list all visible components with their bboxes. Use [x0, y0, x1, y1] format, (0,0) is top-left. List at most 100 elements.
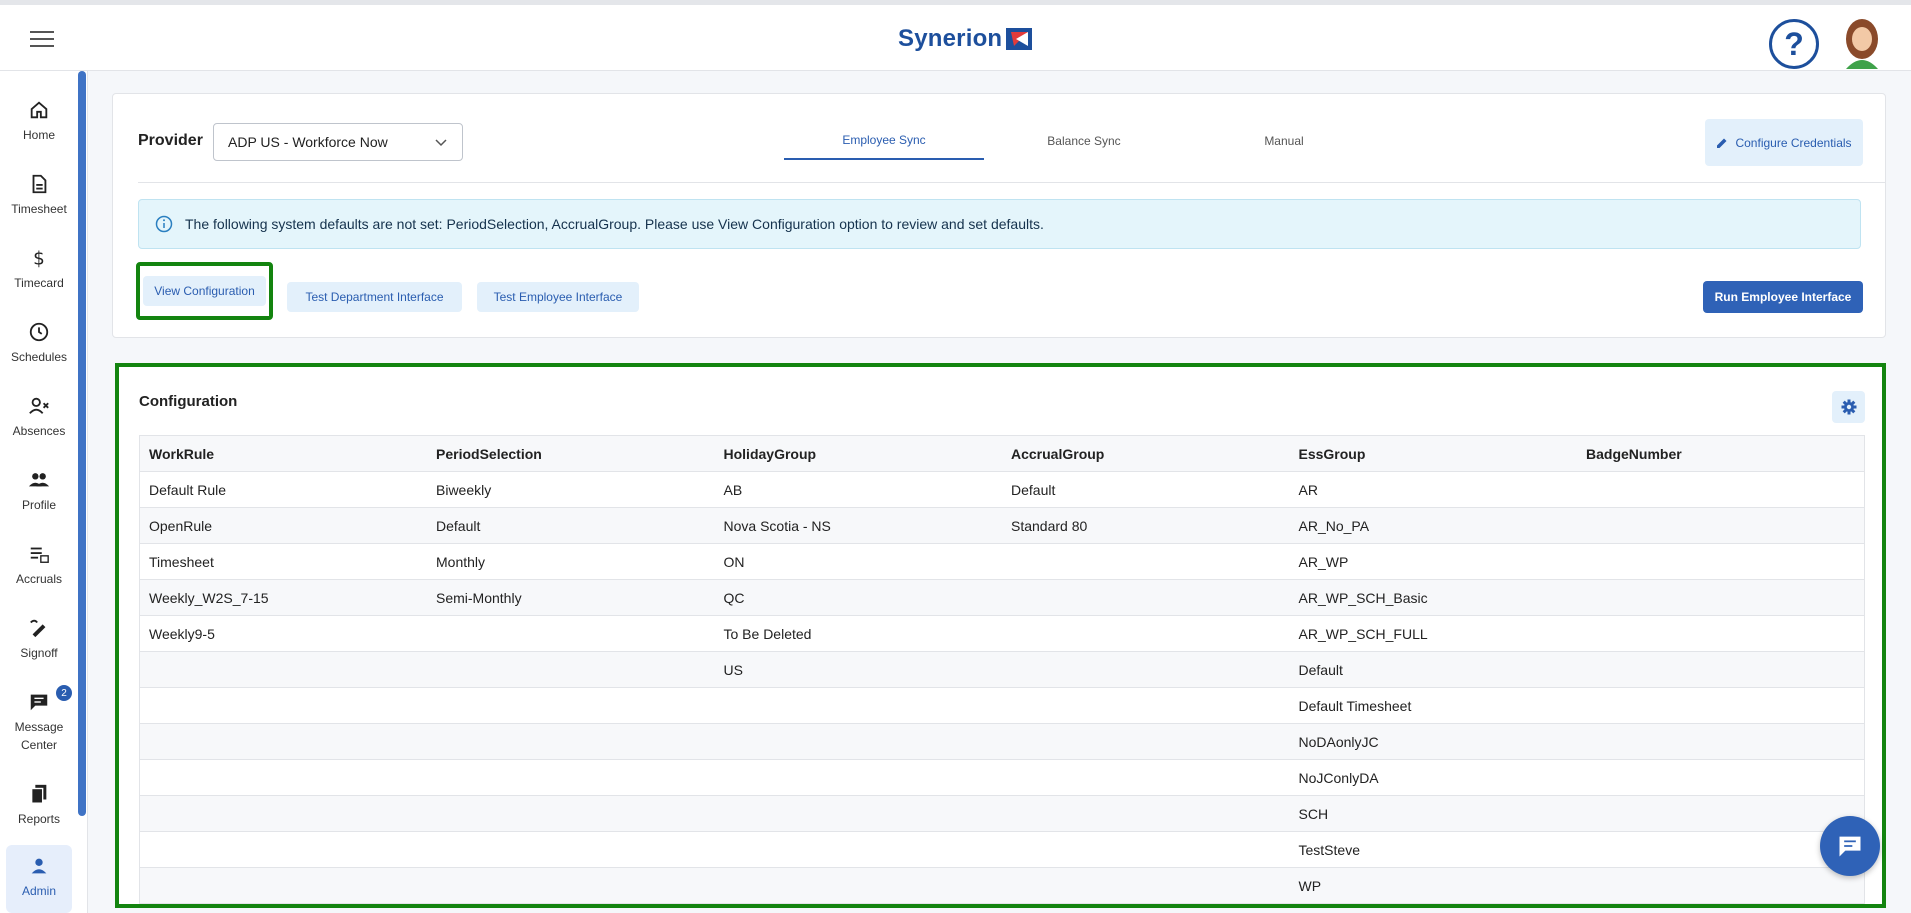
table-cell: Default	[1289, 651, 1577, 688]
sidebar-item-timecard[interactable]: $ Timecard	[6, 247, 72, 292]
table-cell: OpenRule	[139, 507, 427, 544]
table-cell: WP	[1289, 867, 1577, 904]
table-cell: NoJConlyDA	[1289, 759, 1577, 796]
test-employee-interface-button[interactable]: Test Employee Interface	[477, 282, 639, 312]
table-cell	[1577, 759, 1865, 796]
table-row[interactable]: US Default	[139, 651, 1865, 688]
configure-credentials-label: Configure Credentials	[1735, 135, 1852, 150]
table-row[interactable]: WP	[139, 867, 1865, 904]
sidebar-item-label: Accruals	[15, 572, 62, 586]
tab-balance-sync[interactable]: Balance Sync	[984, 122, 1184, 160]
column-header: AccrualGroup	[1002, 435, 1290, 472]
table-cell: AR_WP_SCH_Basic	[1289, 579, 1577, 616]
sidebar-item-label: Timecard	[14, 276, 64, 290]
test-department-interface-button[interactable]: Test Department Interface	[287, 282, 462, 312]
list-bank-icon	[30, 547, 49, 563]
table-cell	[1577, 579, 1865, 616]
sidebar-item-label: Reports	[17, 812, 61, 826]
provider-select[interactable]: ADP US - Workforce Now	[213, 123, 463, 161]
chat-icon	[30, 694, 48, 711]
table-cell	[1577, 723, 1865, 760]
pencil-icon	[1717, 138, 1727, 148]
message-count-badge: 2	[56, 685, 72, 701]
sidebar-item-message-center[interactable]: 2 Message Center	[6, 685, 72, 754]
table-row[interactable]: Weekly9-5 To Be Deleted AR_WP_SCH_FULL	[139, 615, 1865, 652]
table-row[interactable]: NoJConlyDA	[139, 759, 1865, 796]
view-configuration-label: View Configuration	[143, 276, 266, 306]
sidebar-item-schedules[interactable]: Schedules	[6, 321, 72, 366]
sidebar-item-reports[interactable]: Reports	[6, 783, 72, 828]
table-cell: Weekly9-5	[139, 615, 427, 652]
table-row[interactable]: Weekly_W2S_7-15 Semi-Monthly QC AR_WP_SCH_B…	[139, 579, 1865, 616]
sidebar-item-label: Schedules	[10, 350, 68, 364]
logo-flag-icon	[1006, 28, 1033, 50]
table-cell	[1577, 507, 1865, 544]
table-row[interactable]: Timesheet Monthly ON AR_WP	[139, 543, 1865, 580]
sidebar-item-admin[interactable]: Admin	[6, 845, 72, 913]
sidebar-item-absences[interactable]: Absences	[6, 395, 72, 440]
signoff-icon	[30, 619, 46, 638]
table-cell: Nova Scotia - NS	[714, 507, 1002, 544]
sidebar-item-signoff[interactable]: Signoff	[6, 617, 72, 662]
table-cell: Default	[427, 507, 715, 544]
help-icon[interactable]: ?	[1769, 19, 1819, 69]
sidebar-item-timesheet[interactable]: Timesheet	[6, 173, 72, 218]
sidebar-item-label: Home	[22, 128, 55, 142]
chevron-down-icon	[435, 139, 447, 147]
table-cell	[427, 651, 715, 688]
sidebar-item-label: Absences	[12, 424, 66, 438]
table-cell	[1002, 651, 1290, 688]
run-employee-interface-button[interactable]: Run Employee Interface	[1703, 281, 1863, 313]
table-cell	[714, 831, 1002, 868]
logo-text: Synerion	[898, 25, 1003, 52]
table-cell: ON	[714, 543, 1002, 580]
table-cell	[139, 759, 427, 796]
table-row[interactable]: OpenRule Default Nova Scotia - NS Standard …	[139, 507, 1865, 544]
table-cell: AB	[714, 471, 1002, 508]
sidebar-scrollbar[interactable]	[78, 71, 86, 816]
gear-icon	[1841, 399, 1856, 415]
synerion-logo[interactable]: Synerion	[898, 25, 1033, 53]
hamburger-menu-icon[interactable]	[30, 31, 54, 49]
table-cell: AR_WP_SCH_FULL	[1289, 615, 1577, 652]
settings-button[interactable]	[1832, 391, 1865, 423]
table-cell: Default Timesheet	[1289, 687, 1577, 724]
sidebar-item-home[interactable]: Home	[6, 99, 72, 144]
column-header: WorkRule	[139, 435, 427, 472]
table-cell	[1577, 867, 1865, 904]
table-cell	[427, 867, 715, 904]
provider-selected-value: ADP US - Workforce Now	[228, 134, 388, 150]
table-cell: AR_WP	[1289, 543, 1577, 580]
table-cell: US	[714, 651, 1002, 688]
table-row[interactable]: SCH	[139, 795, 1865, 832]
sidebar-item-profile[interactable]: Profile	[6, 469, 72, 514]
table-row[interactable]: Default Timesheet	[139, 687, 1865, 724]
table-cell	[427, 615, 715, 652]
table-cell: Weekly_W2S_7-15	[139, 579, 427, 616]
avatar[interactable]	[1842, 17, 1882, 69]
tab-manual[interactable]: Manual	[1184, 122, 1384, 160]
table-cell	[1577, 543, 1865, 580]
chat-support-button[interactable]	[1820, 816, 1880, 876]
info-alert: The following system defaults are not se…	[138, 199, 1861, 249]
clock-icon	[29, 322, 49, 342]
view-configuration-button[interactable]: View Configuration	[136, 262, 273, 320]
table-cell	[139, 867, 427, 904]
table-cell: To Be Deleted	[714, 615, 1002, 652]
table-cell: AR_No_PA	[1289, 507, 1577, 544]
configure-credentials-button[interactable]: Configure Credentials	[1705, 119, 1863, 166]
table-cell	[427, 759, 715, 796]
sidebar-item-accruals[interactable]: Accruals	[6, 543, 72, 588]
sidebar: Home Timesheet $ Timecard Schedules Abse…	[0, 71, 88, 913]
table-row[interactable]: NoDAonlyJC	[139, 723, 1865, 760]
table-row[interactable]: TestSteve	[139, 831, 1865, 868]
tab-employee-sync[interactable]: Employee Sync	[784, 122, 984, 160]
column-header: EssGroup	[1289, 435, 1577, 472]
configuration-title: Configuration	[139, 393, 238, 410]
table-row[interactable]: Default Rule Biweekly AB Default AR	[139, 471, 1865, 508]
table-cell	[1002, 867, 1290, 904]
table-cell	[139, 831, 427, 868]
table-cell	[139, 651, 427, 688]
people-icon	[28, 473, 50, 487]
person-icon	[31, 858, 47, 874]
